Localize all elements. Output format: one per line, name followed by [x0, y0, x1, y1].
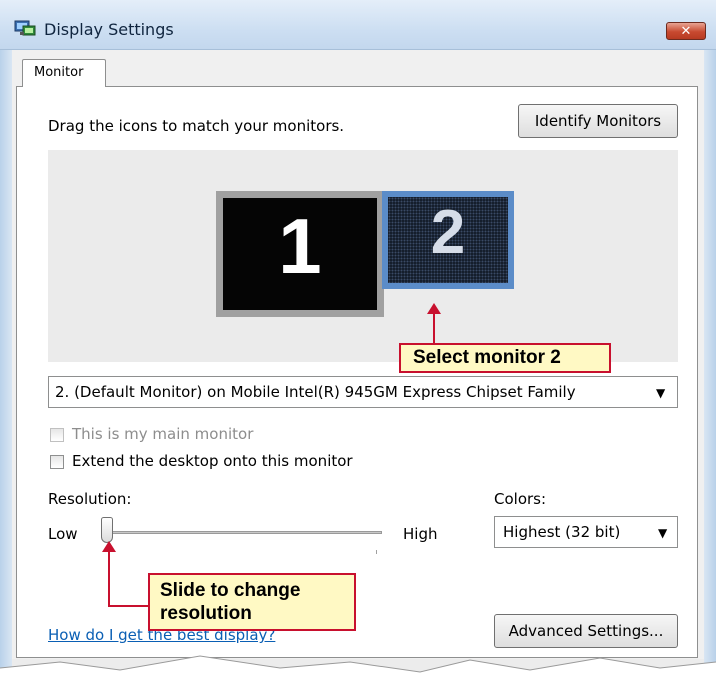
advanced-settings-button[interactable]: Advanced Settings...: [494, 614, 678, 648]
monitor-2-number: 2: [430, 198, 466, 267]
resolution-high-label: High: [403, 525, 438, 543]
callout-arrow-line: [108, 550, 110, 607]
resolution-slider-thumb[interactable]: [101, 517, 113, 543]
callout-text-line: resolution: [160, 603, 252, 624]
identify-monitors-button[interactable]: Identify Monitors: [518, 104, 678, 138]
callout-arrow-line: [433, 312, 435, 344]
monitor-1-number: 1: [278, 202, 322, 290]
tab-monitor-label: Monitor: [34, 65, 84, 80]
callout-arrow-line: [108, 605, 150, 607]
resolution-slider-track[interactable]: [110, 531, 382, 534]
dropdown-arrow-icon[interactable]: ▼: [656, 386, 665, 400]
resolution-low-label: Low: [48, 525, 78, 543]
window-title: Display Settings: [44, 20, 174, 39]
close-button[interactable]: ✕: [666, 22, 706, 40]
window-frame-left: [0, 0, 12, 677]
drag-instruction: Drag the icons to match your monitors.: [48, 117, 345, 135]
monitor-dropdown-value: 2. (Default Monitor) on Mobile Intel(R) …: [55, 383, 576, 401]
slider-tick: [376, 550, 377, 554]
monitor-dropdown[interactable]: 2. (Default Monitor) on Mobile Intel(R) …: [48, 376, 678, 408]
extend-desktop-label: Extend the desktop onto this monitor: [72, 452, 353, 470]
callout-text-line: Slide to change: [160, 580, 301, 601]
torn-edge-decoration: [0, 655, 716, 677]
extend-desktop-checkbox[interactable]: [50, 455, 64, 469]
colors-dropdown[interactable]: Highest (32 bit): [494, 516, 678, 548]
display-settings-window: Display Settings ✕ Monitor Drag the icon…: [0, 0, 716, 677]
display-settings-icon: [14, 20, 36, 38]
callout-slide-resolution: Slide to change resolution: [148, 573, 356, 631]
dropdown-arrow-icon[interactable]: ▼: [658, 526, 667, 540]
colors-label: Colors:: [494, 490, 547, 508]
main-monitor-checkbox[interactable]: [50, 428, 64, 442]
window-frame-right: [704, 0, 716, 677]
colors-dropdown-value: Highest (32 bit): [503, 523, 621, 541]
resolution-label: Resolution:: [48, 490, 132, 508]
callout-select-monitor: Select monitor 2: [399, 343, 611, 373]
main-monitor-label: This is my main monitor: [72, 425, 254, 443]
